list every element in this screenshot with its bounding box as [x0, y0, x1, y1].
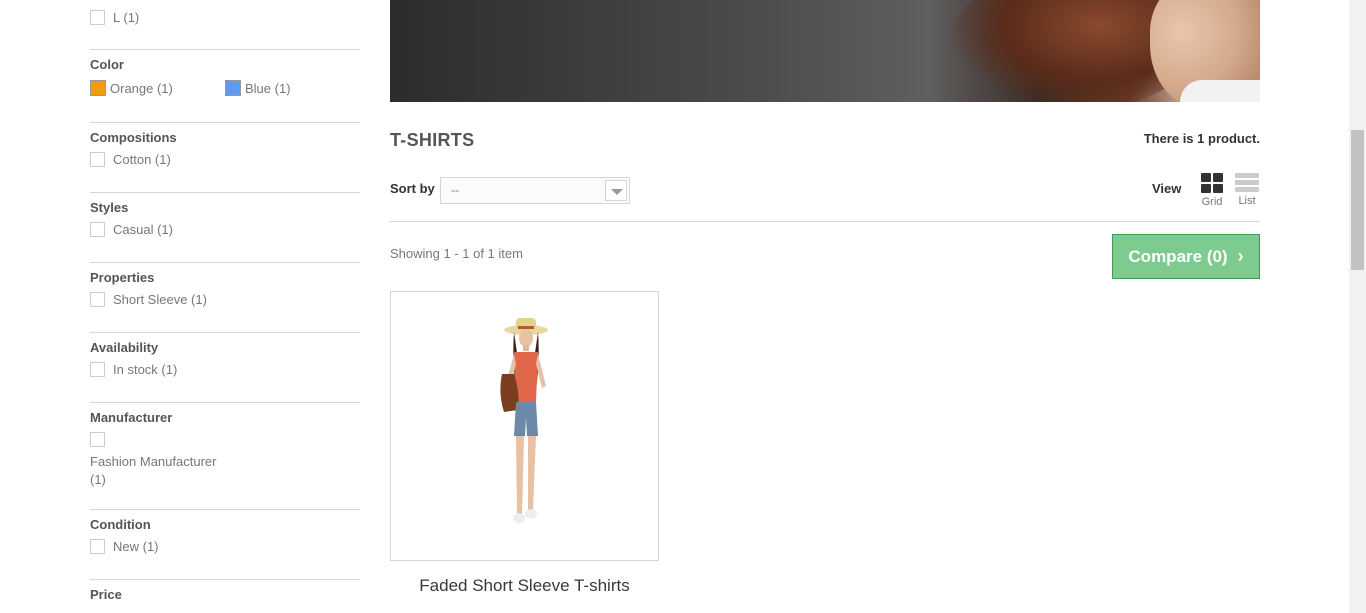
showing-text: Showing 1 - 1 of 1 item: [390, 246, 523, 261]
filter-properties: Properties Short Sleeve (1): [90, 263, 360, 333]
filter-price: Price: [90, 580, 360, 613]
filter-size: L (1): [90, 0, 360, 50]
filter-title: Compositions: [90, 130, 177, 145]
filter-sidebar: L (1) Color Orange (1) Blue (1) Composit…: [90, 0, 360, 602]
product-card[interactable]: [390, 291, 659, 561]
color-option-blue[interactable]: Blue (1): [225, 80, 291, 96]
filter-option-short-sleeve[interactable]: Short Sleeve (1): [90, 292, 207, 307]
filter-manufacturer: Manufacturer Fashion Manufacturer (1): [90, 403, 360, 510]
sort-label: Sort by: [390, 181, 435, 196]
filter-condition: Condition New (1): [90, 510, 360, 580]
color-swatch-blue[interactable]: [225, 80, 241, 96]
filter-title: Condition: [90, 517, 151, 532]
filter-compositions: Compositions Cotton (1): [90, 123, 360, 193]
view-label: View: [1152, 181, 1182, 196]
product-count: There is 1 product.: [1143, 131, 1260, 146]
category-banner-image: [390, 0, 1260, 102]
filter-availability: Availability In stock (1): [90, 333, 360, 403]
checkbox[interactable]: [90, 432, 105, 447]
filter-title: Color: [90, 57, 124, 72]
color-option-orange[interactable]: Orange (1): [90, 80, 173, 96]
page: L (1) Color Orange (1) Blue (1) Composit…: [0, 0, 1366, 613]
filter-option-new[interactable]: New (1): [90, 539, 159, 554]
view-list-button[interactable]: List: [1232, 173, 1262, 207]
filter-title: Properties: [90, 270, 155, 285]
checkbox[interactable]: [90, 539, 105, 554]
filter-color: Color Orange (1) Blue (1): [90, 50, 360, 123]
filter-option-casual[interactable]: Casual (1): [90, 222, 173, 237]
page-title: T-SHIRTS: [390, 130, 475, 150]
sort-select[interactable]: --: [440, 177, 630, 204]
checkbox[interactable]: [90, 222, 105, 237]
vertical-scrollbar[interactable]: [1349, 0, 1366, 613]
filter-title: Styles: [90, 200, 129, 215]
divider: [390, 221, 1260, 222]
chevron-right-icon: ›: [1237, 246, 1244, 266]
filter-option-cotton[interactable]: Cotton (1): [90, 152, 171, 167]
filter-title: Availability: [90, 340, 159, 355]
product-image[interactable]: [486, 314, 566, 544]
filter-option-fashion-manufacturer[interactable]: Fashion Manufacturer (1): [90, 453, 216, 489]
filter-option-in-stock[interactable]: In stock (1): [90, 362, 177, 377]
scrollbar-thumb[interactable]: [1351, 130, 1364, 270]
filter-size-l[interactable]: L (1): [90, 10, 139, 25]
filter-title: Manufacturer: [90, 410, 173, 425]
color-swatch-orange[interactable]: [90, 80, 106, 96]
sort-value: --: [451, 183, 459, 197]
compare-button[interactable]: Compare (0) ›: [1112, 234, 1260, 279]
checkbox[interactable]: [90, 292, 105, 307]
checkbox[interactable]: [90, 362, 105, 377]
filter-styles: Styles Casual (1): [90, 193, 360, 263]
product-name-link[interactable]: Faded Short Sleeve T-shirts: [390, 576, 659, 596]
grid-icon: [1201, 173, 1223, 193]
chevron-down-icon[interactable]: [605, 180, 627, 201]
filter-title: Price: [90, 587, 122, 602]
list-icon: [1235, 173, 1259, 192]
checkbox[interactable]: [90, 152, 105, 167]
checkbox[interactable]: [90, 10, 105, 25]
view-grid-button[interactable]: Grid: [1197, 173, 1227, 208]
